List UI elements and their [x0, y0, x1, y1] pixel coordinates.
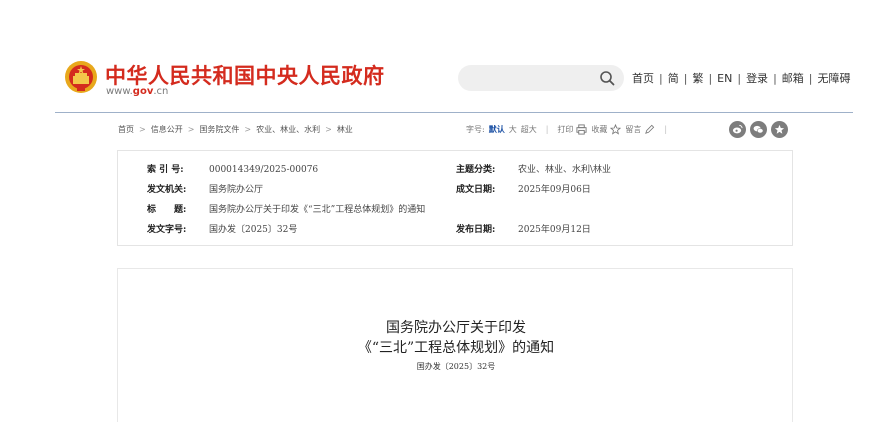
top-nav: 首页 | 简 | 繁 | EN | 登录 | 邮箱 | 无障碍	[632, 70, 851, 86]
nav-mail[interactable]: 邮箱	[782, 72, 804, 85]
site-domain: www.gov.cn	[106, 86, 168, 97]
font-default-button[interactable]: 默认	[489, 124, 505, 135]
meta-category-value: 农业、林业、水利\林业	[518, 165, 612, 175]
meta-issuer-label: 发文机关:	[147, 185, 187, 195]
meta-docno-value: 国办发〔2025〕32号	[209, 225, 298, 235]
site-header: 中华人民共和国中央人民政府 www.gov.cn 首页 | 简 | 繁 | EN | 登录 | 邮箱…	[0, 0, 895, 113]
meta-index-label: 索 引 号:	[147, 165, 184, 175]
breadcrumb-chevron-icon: >	[187, 125, 195, 134]
favorite-star-icon[interactable]	[771, 121, 788, 138]
article-tools: 字号: 默认 大 超大 | 打印 收藏 留言 |	[466, 124, 676, 135]
domain-prefix: www.	[106, 86, 133, 97]
breadcrumb-chevron-icon: >	[244, 125, 252, 134]
meta-issuer: 发文机关: 国务院办公厅	[147, 182, 263, 195]
meta-category: 主题分类: 农业、林业、水利\林业	[456, 162, 611, 175]
share-buttons	[729, 121, 788, 138]
meta-docno-label: 发文字号:	[147, 225, 187, 235]
weibo-icon[interactable]	[729, 121, 746, 138]
header-divider	[55, 112, 853, 113]
comment-button[interactable]: 留言	[625, 124, 641, 135]
meta-title-label: 标 题:	[147, 205, 187, 215]
meta-written-label: 成文日期:	[456, 185, 496, 195]
article-title-line-2: 《“三北”工程总体规划》的通知	[357, 340, 555, 356]
tools-divider: |	[664, 125, 668, 134]
nav-login[interactable]: 登录	[746, 72, 768, 85]
tools-divider: |	[545, 125, 549, 134]
document-metadata: 索 引 号: 000014349/2025-00076 主题分类: 农业、林业、水利…	[117, 150, 793, 246]
meta-doc-number: 发文字号: 国办发〔2025〕32号	[147, 222, 297, 235]
meta-issuer-value: 国务院办公厅	[209, 185, 264, 195]
nav-english[interactable]: EN	[717, 72, 732, 85]
nav-separator: |	[808, 72, 813, 85]
article-title-line-1: 国务院办公厅关于印发	[386, 320, 526, 336]
meta-written-date: 成文日期: 2025年09月06日	[456, 182, 591, 195]
wechat-icon[interactable]	[750, 121, 767, 138]
font-large-button[interactable]: 大	[509, 124, 517, 135]
breadcrumb-info-public[interactable]: 信息公开	[151, 125, 183, 134]
nav-accessibility[interactable]: 无障碍	[818, 72, 851, 85]
breadcrumb-chevron-icon: >	[139, 125, 146, 134]
nav-separator: |	[773, 72, 777, 85]
nav-traditional[interactable]: 繁	[692, 72, 703, 85]
national-emblem-icon[interactable]	[64, 60, 98, 94]
font-size-label: 字号:	[466, 125, 485, 134]
meta-published-value: 2025年09月12日	[518, 225, 591, 235]
meta-title-value: 国务院办公厅关于印发《“三北”工程总体规划》的通知	[209, 205, 426, 215]
meta-index: 索 引 号: 000014349/2025-00076	[147, 162, 318, 175]
breadcrumb-state-council-docs[interactable]: 国务院文件	[199, 125, 239, 134]
nav-separator: |	[708, 72, 713, 85]
nav-simplified[interactable]: 简	[668, 72, 679, 85]
nav-separator: |	[737, 72, 742, 85]
breadcrumb-agriculture[interactable]: 农业、林业、水利	[256, 125, 320, 134]
nav-separator: |	[659, 72, 663, 85]
domain-suffix: .cn	[153, 86, 169, 97]
pencil-icon[interactable]	[644, 124, 655, 135]
print-button[interactable]: 打印	[557, 124, 573, 135]
star-outline-icon[interactable]	[610, 124, 622, 135]
meta-published-label: 发布日期:	[456, 225, 496, 235]
breadcrumb: 首页 > 信息公开 > 国务院文件 > 农业、林业、水利 > 林业	[118, 124, 353, 135]
breadcrumb-forestry[interactable]: 林业	[337, 125, 353, 134]
meta-category-label: 主题分类:	[456, 165, 496, 175]
favorite-button[interactable]: 收藏	[591, 124, 607, 135]
meta-title: 标 题: 国务院办公厅关于印发《“三北”工程总体规划》的通知	[147, 202, 425, 215]
nav-home[interactable]: 首页	[632, 72, 654, 85]
breadcrumb-home[interactable]: 首页	[118, 125, 134, 134]
article-body: 国务院办公厅关于印发 《“三北”工程总体规划》的通知 国办发〔2025〕32号	[117, 268, 793, 422]
domain-gov: gov	[132, 86, 154, 97]
article-doc-number: 国办发〔2025〕32号	[416, 362, 496, 371]
breadcrumb-chevron-icon: >	[325, 125, 332, 134]
printer-icon[interactable]	[576, 124, 587, 135]
nav-separator: |	[683, 72, 688, 85]
meta-written-value: 2025年09月06日	[518, 185, 591, 195]
meta-published-date: 发布日期: 2025年09月12日	[456, 222, 591, 235]
meta-index-value: 000014349/2025-00076	[209, 165, 319, 175]
font-xlarge-button[interactable]: 超大	[521, 124, 537, 135]
search-icon[interactable]	[599, 70, 615, 86]
search-input[interactable]	[458, 65, 624, 91]
